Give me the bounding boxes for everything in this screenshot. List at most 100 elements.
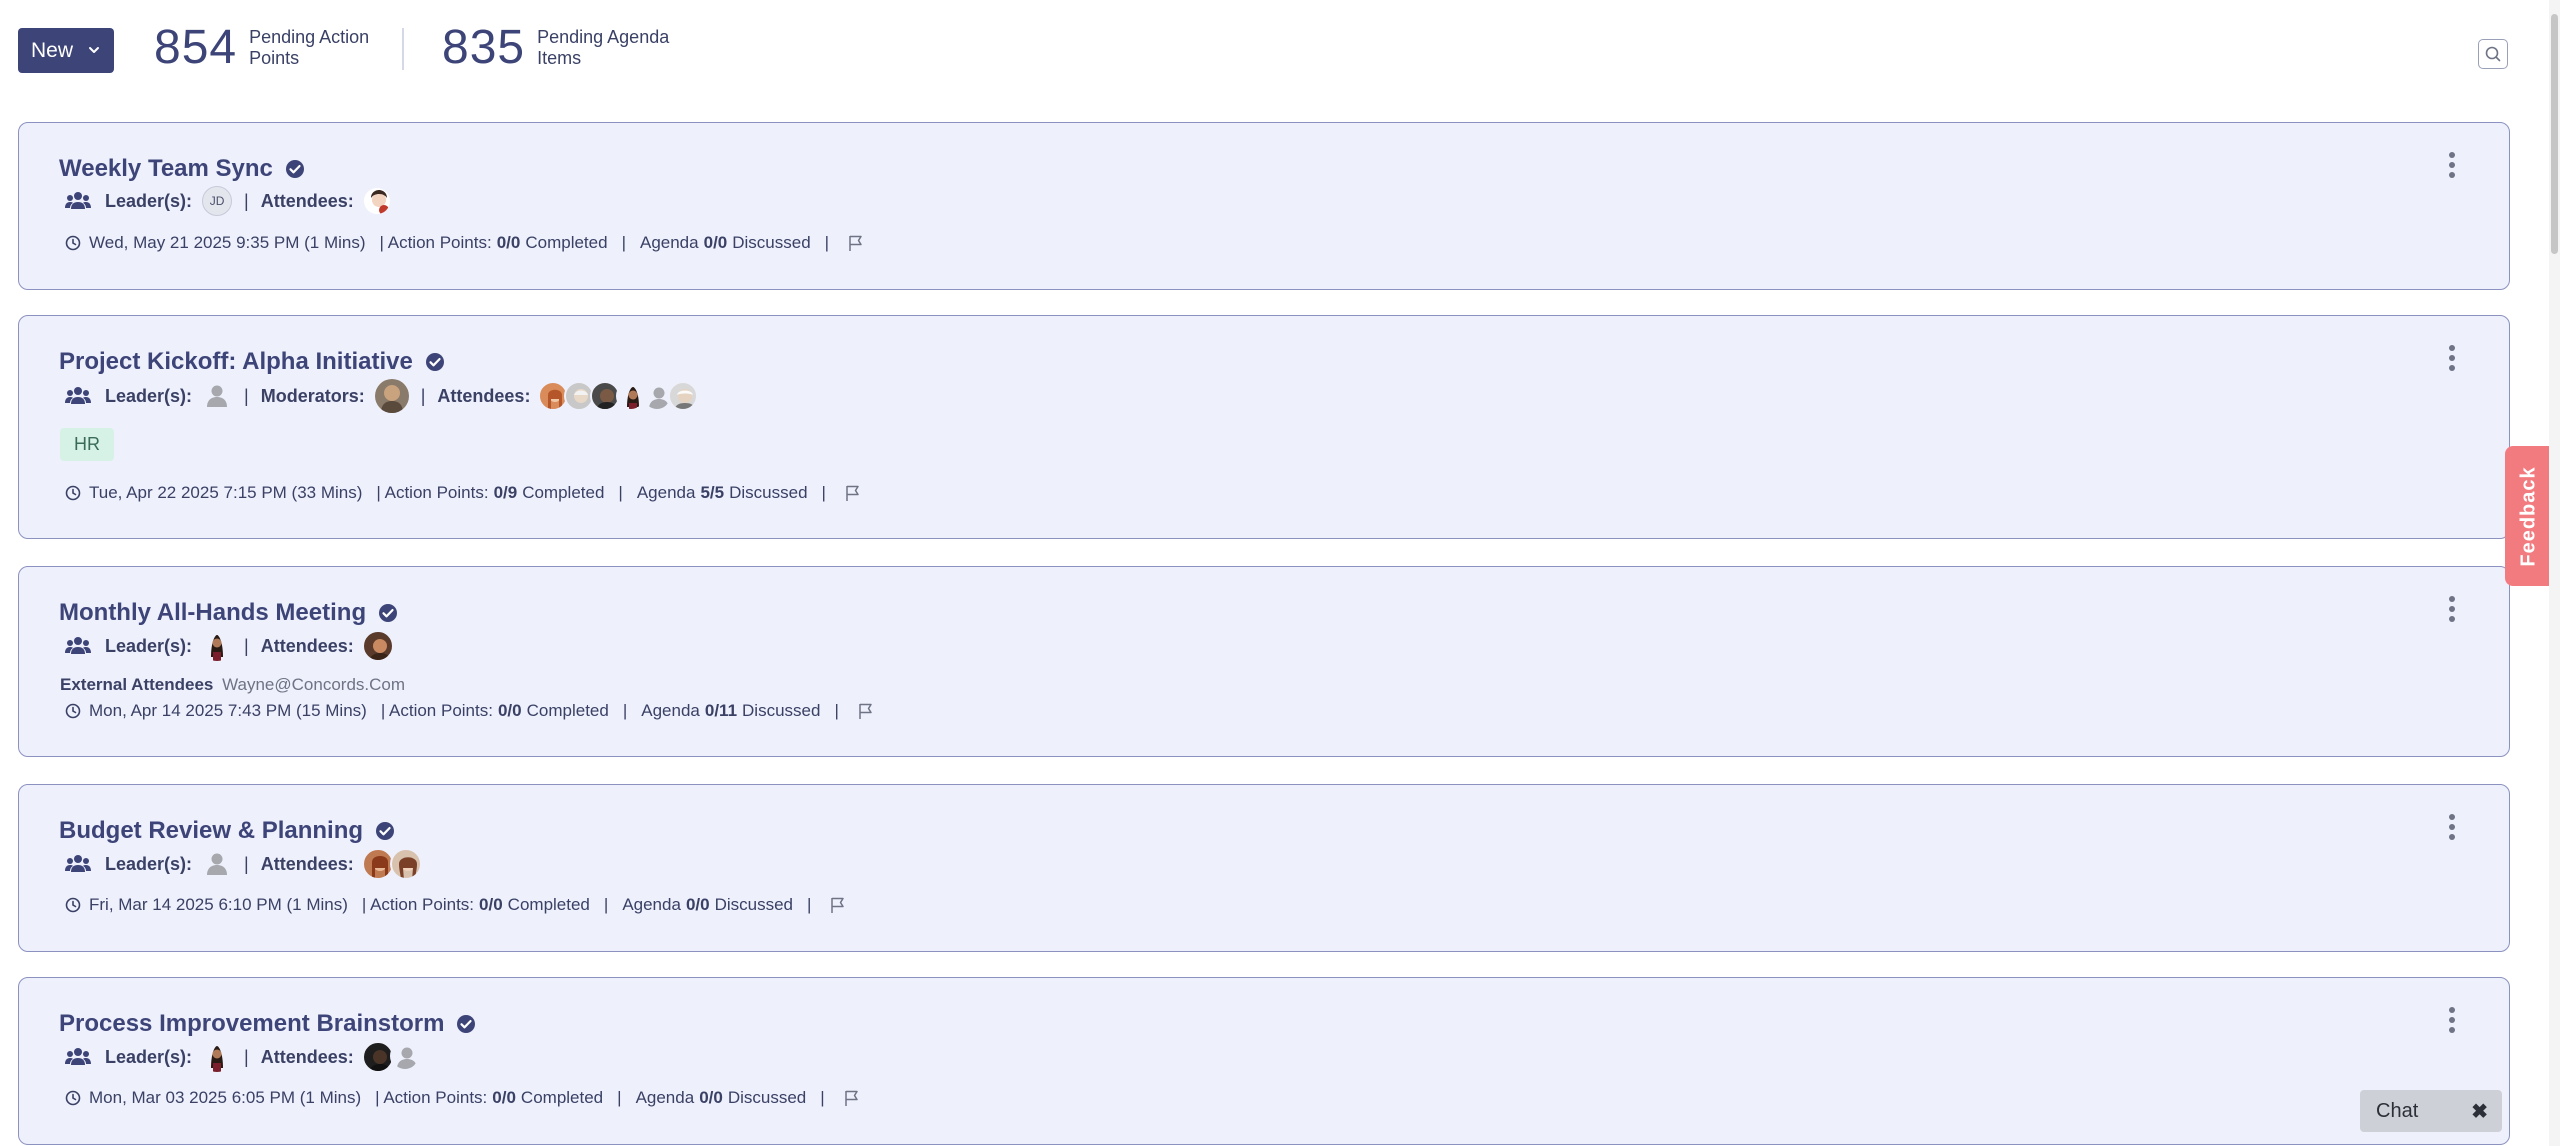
meeting-card[interactable]: Weekly Team Sync Leader(s): JD | Attende… [18, 122, 2510, 290]
avatar[interactable] [361, 848, 394, 880]
separator: | [244, 190, 249, 211]
more-options-icon[interactable] [2447, 595, 2457, 623]
attendees-label: Attendees: [260, 1046, 354, 1067]
meeting-meta-row: Wed, May 21 2025 9:35 PM (1 Mins) | Acti… [65, 233, 865, 253]
external-attendees-label: External Attendees [60, 675, 214, 694]
meeting-meta-row: Fri, Mar 14 2025 6:10 PM (1 Mins) | Acti… [65, 895, 847, 915]
action-points-value: 0/0 [492, 1088, 516, 1107]
agenda-label: Agenda [622, 895, 681, 914]
people-icon [65, 191, 91, 211]
more-options-icon[interactable] [2447, 1006, 2457, 1034]
avatar[interactable] [202, 1042, 233, 1072]
separator: | [821, 483, 826, 502]
external-attendees-row: External Attendees Wayne@Concords.Com [60, 675, 405, 695]
completed-label: Completed [522, 483, 605, 502]
separator: | [824, 233, 830, 252]
meeting-title[interactable]: Project Kickoff: Alpha Initiative [59, 348, 413, 376]
meeting-title[interactable]: Weekly Team Sync [59, 155, 273, 183]
avatar[interactable] [668, 381, 699, 411]
pending-action-points-label: Pending Action Points [249, 26, 370, 68]
chat-widget[interactable]: Chat ✖ [2360, 1090, 2502, 1132]
more-options-icon[interactable] [2447, 813, 2457, 841]
check-circle-icon [285, 159, 305, 179]
scrollbar[interactable] [2549, 0, 2560, 1146]
separator: | [244, 385, 249, 406]
clock-icon [65, 703, 81, 719]
meeting-datetime: Tue, Apr 22 2025 7:15 PM (33 Mins) [89, 483, 363, 502]
separator: | [420, 385, 426, 406]
meeting-title[interactable]: Budget Review & Planning [59, 817, 363, 845]
chevron-down-icon [89, 47, 99, 53]
leaders-label: Leader(s): [105, 1046, 193, 1067]
meeting-card[interactable]: Budget Review & Planning Leader(s): | At… [18, 784, 2510, 952]
meeting-title[interactable]: Monthly All-Hands Meeting [59, 599, 366, 627]
agenda-label: Agenda [636, 483, 696, 502]
meeting-title-row: Weekly Team Sync [59, 155, 305, 183]
feedback-label: Feedback [2517, 465, 2540, 567]
avatar[interactable] [361, 630, 394, 662]
close-icon[interactable]: ✖ [2471, 1099, 2488, 1124]
discussed-label: Discussed [714, 895, 793, 914]
avatar[interactable] [202, 381, 232, 411]
leaders-label: Leader(s): [105, 385, 193, 406]
avatar[interactable] [389, 1041, 420, 1071]
attendees-label: Attendees: [260, 635, 354, 656]
people-icon [65, 1047, 91, 1067]
clock-icon [65, 1090, 81, 1106]
avatar[interactable]: JD [202, 186, 233, 216]
top-bar: New 854 Pending Action Points 835 Pendin… [0, 0, 2560, 110]
separator: | [617, 1088, 622, 1107]
participants-row: Leader(s): | Attendees: [65, 1041, 420, 1073]
flag-icon[interactable] [844, 484, 862, 502]
action-points-value: 0/9 [493, 483, 518, 502]
avatar[interactable] [374, 379, 409, 413]
feedback-tab[interactable]: Feedback [2505, 446, 2553, 586]
flag-icon[interactable] [857, 702, 875, 720]
agenda-label: Agenda [641, 701, 700, 720]
department-tag: HR [60, 428, 114, 461]
flag-icon[interactable] [843, 1089, 861, 1107]
meeting-datetime: Wed, May 21 2025 9:35 PM (1 Mins) [89, 233, 366, 252]
meeting-card[interactable]: Monthly All-Hands Meeting Leader(s): | A… [18, 566, 2510, 757]
separator: | [244, 1046, 249, 1067]
discussed-label: Discussed [732, 233, 811, 252]
agenda-label: Agenda [635, 1088, 695, 1107]
avatar[interactable] [361, 186, 392, 216]
avatar[interactable] [361, 1041, 394, 1073]
discussed-label: Discussed [729, 483, 808, 502]
completed-label: Completed [520, 1088, 604, 1107]
new-button[interactable]: New [18, 28, 114, 73]
meeting-title-row: Process Improvement Brainstorm [59, 1010, 476, 1038]
attendee-avatars [361, 848, 422, 880]
completed-label: Completed [525, 233, 608, 252]
avatar[interactable] [202, 849, 232, 879]
attendees-label: Attendees: [260, 853, 354, 874]
agenda-value: 0/0 [699, 1088, 723, 1107]
flag-icon[interactable] [847, 234, 865, 252]
separator: | [603, 895, 609, 914]
flag-icon[interactable] [829, 896, 847, 914]
meeting-meta-row: Mon, Mar 03 2025 6:05 PM (1 Mins) | Acti… [65, 1088, 861, 1108]
meeting-meta-row: Tue, Apr 22 2025 7:15 PM (33 Mins) | Act… [65, 483, 862, 503]
meeting-title[interactable]: Process Improvement Brainstorm [59, 1010, 444, 1038]
pending-agenda-items-count: 835 [442, 21, 526, 74]
separator: | [807, 895, 812, 914]
action-points-value: 0/0 [496, 233, 521, 252]
meeting-meta-row: Mon, Apr 14 2025 7:43 PM (15 Mins) | Act… [65, 701, 875, 721]
scrollbar-thumb[interactable] [2551, 14, 2558, 254]
more-options-icon[interactable] [2447, 344, 2457, 372]
search-button[interactable] [2478, 39, 2508, 69]
avatar[interactable] [389, 848, 422, 880]
meeting-card[interactable]: Project Kickoff: Alpha Initiative Leader… [18, 315, 2510, 539]
separator: | [621, 233, 626, 252]
completed-label: Completed [526, 701, 609, 720]
clock-icon [65, 897, 81, 913]
agenda-value: 5/5 [700, 483, 725, 502]
meeting-card[interactable]: Process Improvement Brainstorm Leader(s)… [18, 977, 2510, 1145]
attendees-label: Attendees: [437, 385, 531, 406]
agenda-value: 0/0 [685, 895, 710, 914]
separator: | [622, 701, 628, 720]
leaders-label: Leader(s): [105, 190, 193, 211]
more-options-icon[interactable] [2447, 151, 2457, 179]
avatar[interactable] [202, 631, 233, 661]
